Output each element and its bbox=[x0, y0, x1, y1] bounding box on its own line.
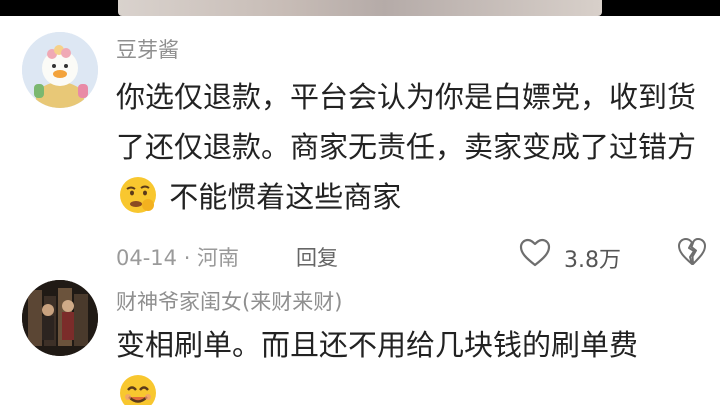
broken-heart-icon[interactable] bbox=[676, 236, 708, 268]
heart-icon bbox=[519, 238, 551, 267]
photo-avatar-icon[interactable] bbox=[22, 280, 98, 356]
comment-text-tail: 不能惯着这些商家 bbox=[169, 180, 402, 214]
smiling-face-emoji bbox=[120, 375, 156, 405]
comment-text-main: 变相刷单。而且还不用给几块钱的刷单费 bbox=[116, 328, 639, 362]
video-frame: 豆芽酱 你选仅退款，平台会认为你是白嫖党，收到货了还仅退款。商家无责任，卖家变成… bbox=[0, 0, 720, 405]
comment-text-main: 你选仅退款，平台会认为你是白嫖党，收到货了还仅退款。商家无责任，卖家变成了过错方 bbox=[116, 80, 697, 164]
video-preview[interactable] bbox=[118, 0, 602, 16]
comment-text: 你选仅退款，平台会认为你是白嫖党，收到货了还仅退款。商家无责任，卖家变成了过错方… bbox=[116, 72, 696, 222]
comment-text: 变相刷单。而且还不用给几块钱的刷单费 bbox=[116, 320, 696, 405]
comment-username[interactable]: 财神爷家闺女(来财来财) bbox=[116, 286, 342, 316]
like-button[interactable]: 3.8万 bbox=[518, 236, 668, 273]
like-count: 3.8万 bbox=[564, 248, 621, 273]
comment-panel: 豆芽酱 你选仅退款，平台会认为你是白嫖党，收到货了还仅退款。商家无责任，卖家变成… bbox=[0, 16, 720, 405]
reply-button[interactable]: 回复 bbox=[296, 242, 338, 272]
duck-avatar-icon[interactable] bbox=[22, 32, 98, 108]
comment-date-location: 04-14 · 河南 bbox=[116, 246, 240, 270]
comment-meta: 04-14 · 河南 回复 3.8万 bbox=[116, 234, 706, 274]
comment-username[interactable]: 豆芽酱 bbox=[116, 34, 179, 64]
thinking-face-emoji bbox=[120, 177, 156, 213]
